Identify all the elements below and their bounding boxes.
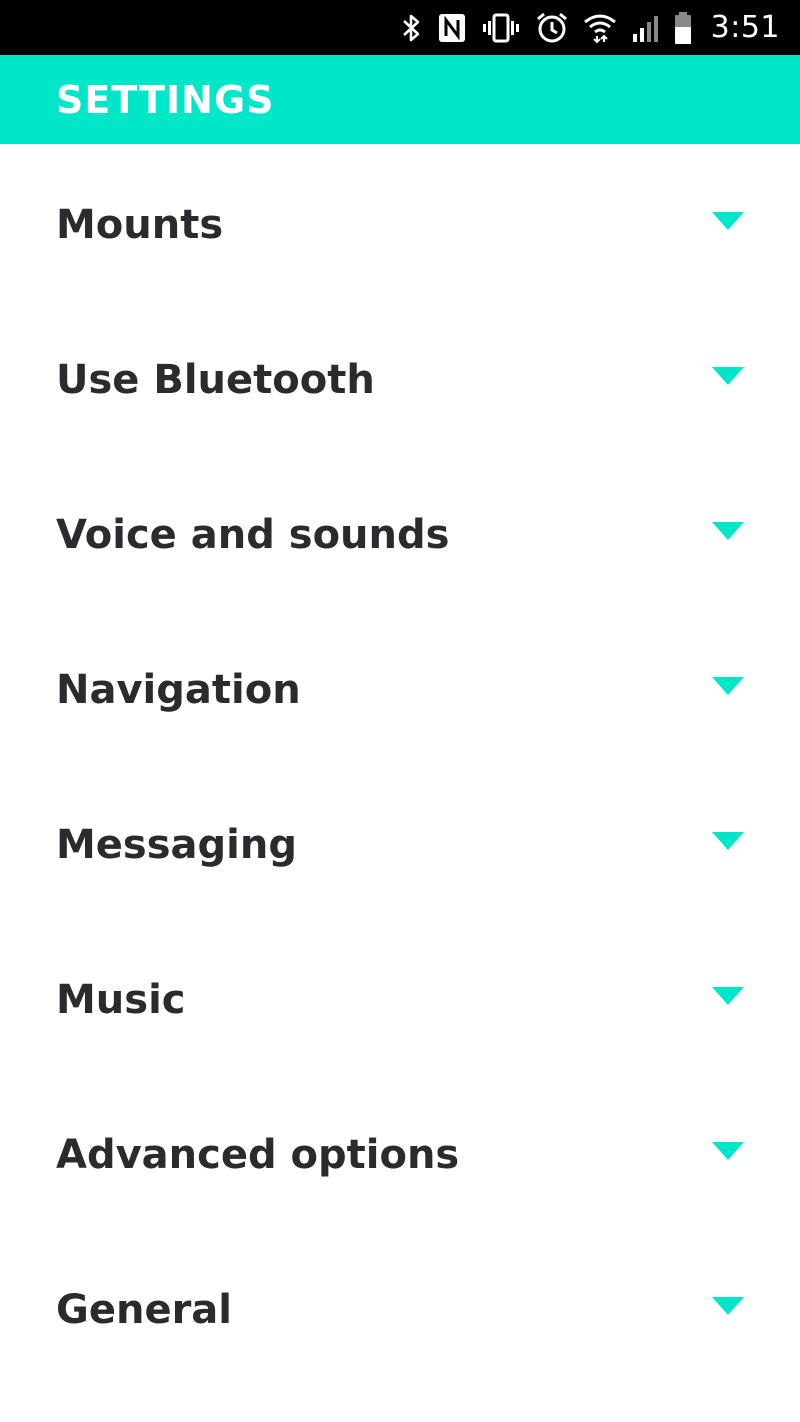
settings-item-label: Advanced options (56, 1132, 460, 1178)
chevron-down-icon (712, 1297, 744, 1315)
chevron-down-icon (712, 522, 744, 540)
chevron-down-icon (712, 677, 744, 695)
chevron-down-icon (712, 367, 744, 385)
settings-item-label: Messaging (56, 822, 297, 868)
settings-item-label: Use Bluetooth (56, 357, 375, 403)
settings-item-music[interactable]: Music (0, 919, 800, 1074)
settings-item-general[interactable]: General (0, 1229, 800, 1384)
signal-icon (632, 15, 658, 42)
screen: 3:51 SETTINGS Mounts Use Bluetooth Voice… (0, 0, 800, 1422)
nfc-icon (438, 13, 465, 42)
chevron-down-icon (712, 987, 744, 1005)
battery-icon (674, 11, 691, 44)
status-icons: 3:51 (401, 0, 780, 55)
app-bar: SETTINGS (0, 55, 800, 144)
chevron-down-icon (712, 212, 744, 230)
settings-item-label: Mounts (56, 202, 224, 248)
settings-item-navigation[interactable]: Navigation (0, 609, 800, 764)
alarm-icon (536, 12, 567, 42)
settings-list: Mounts Use Bluetooth Voice and sounds Na… (0, 144, 800, 1384)
chevron-down-icon (712, 1142, 744, 1160)
settings-item-use-bluetooth[interactable]: Use Bluetooth (0, 299, 800, 454)
chevron-down-icon (712, 832, 744, 850)
settings-item-label: Voice and sounds (56, 512, 450, 558)
settings-item-label: Music (56, 977, 186, 1023)
settings-item-advanced-options[interactable]: Advanced options (0, 1074, 800, 1229)
bluetooth-icon (402, 14, 419, 41)
vibrate-icon (482, 13, 519, 42)
settings-item-mounts[interactable]: Mounts (0, 144, 800, 299)
settings-item-voice-and-sounds[interactable]: Voice and sounds (0, 454, 800, 609)
status-time: 3:51 (710, 10, 780, 45)
wifi-icon (583, 14, 616, 43)
settings-item-label: Navigation (56, 667, 301, 713)
settings-item-label: General (56, 1287, 232, 1333)
status-bar: 3:51 (0, 0, 800, 55)
settings-item-messaging[interactable]: Messaging (0, 764, 800, 919)
page-title: SETTINGS (56, 77, 275, 122)
